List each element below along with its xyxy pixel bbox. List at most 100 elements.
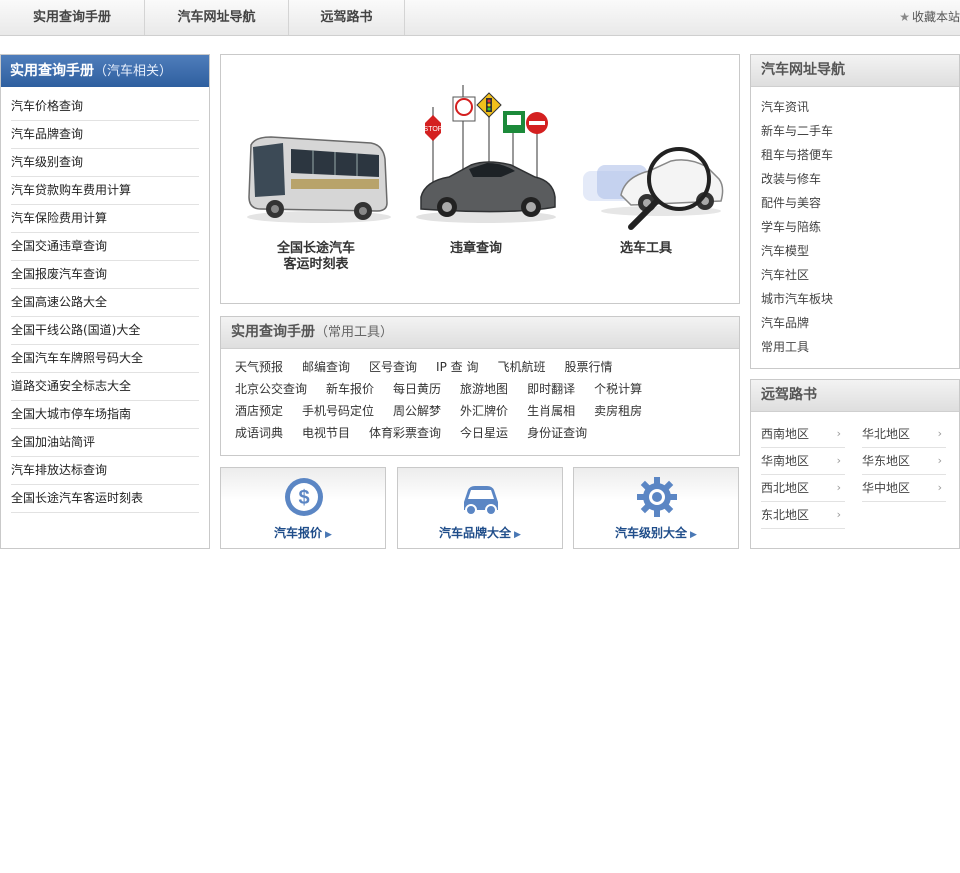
car-url-nav-panel: 汽车网址导航 汽车资讯 新车与二手车 租车与搭便车 改装与修车 配件与美容 学车… xyxy=(750,54,960,369)
star-icon: ★ xyxy=(899,10,910,24)
left-link-item[interactable]: 全国大城市停车场指南 xyxy=(11,401,199,429)
tool-link[interactable]: 个税计算 xyxy=(594,378,642,400)
card-car-price-label: 汽车报价 ▶ xyxy=(221,524,385,541)
tools-panel: 实用查询手册（常用工具） 天气预报 邮编查询 区号查询 IP 查 询飞机航班 股票行情 … xyxy=(220,316,740,456)
left-link-item[interactable]: 汽车排放达标查询 xyxy=(11,457,199,485)
nav-link-item[interactable]: 汽车品牌 xyxy=(761,311,959,335)
svg-text:$: $ xyxy=(298,487,309,509)
region-label: 东北地区 xyxy=(761,508,810,522)
chevron-right-icon: › xyxy=(836,481,841,494)
card-car-classes[interactable]: 汽车级别大全 ▶ xyxy=(573,467,739,549)
tool-link[interactable]: 身份证查询 xyxy=(527,422,587,444)
left-link-item[interactable]: 全国汽车车牌照号码大全 xyxy=(11,345,199,373)
tool-link[interactable]: 生肖属相 xyxy=(527,400,575,422)
tool-link[interactable]: 即时翻译 xyxy=(527,378,575,400)
nav-link-item[interactable]: 常用工具 xyxy=(761,335,959,359)
left-link-item[interactable]: 全国交通违章查询 xyxy=(11,233,199,261)
card-car-classes-label: 汽车级别大全 ▶ xyxy=(574,524,738,541)
tool-link[interactable]: 区号查询 xyxy=(369,356,417,378)
tool-link[interactable]: 新车报价 xyxy=(326,378,374,400)
tools-row: 天气预报 邮编查询 区号查询 IP 查 询飞机航班 股票行情 xyxy=(235,356,739,378)
region-link[interactable]: 西南地区 › xyxy=(761,422,845,448)
tools-row: 酒店预定 手机号码定位 周公解梦 外汇牌价 生肖属相 卖房租房 xyxy=(235,400,739,422)
feature-bus-caption-line2: 客运时刻表 xyxy=(283,257,349,272)
left-link-item[interactable]: 汽车品牌查询 xyxy=(11,121,199,149)
card-car-brands-label: 汽车品牌大全 ▶ xyxy=(398,524,562,541)
tool-link[interactable]: 外汇牌价 xyxy=(460,400,508,422)
tool-link[interactable]: 酒店预定 xyxy=(235,400,283,422)
tab-car-url-nav[interactable]: 汽车网址导航 xyxy=(145,0,289,35)
triangle-right-icon: ▶ xyxy=(514,530,521,540)
nav-link-item[interactable]: 城市汽车板块 xyxy=(761,287,959,311)
region-link[interactable]: 西北地区 › xyxy=(761,476,845,502)
chevron-right-icon: › xyxy=(937,454,942,467)
feature-violation-query[interactable]: STOP 违章查询 xyxy=(391,55,561,303)
tools-link-rows: 天气预报 邮编查询 区号查询 IP 查 询飞机航班 股票行情 北京公交查询 新车报价 每日黄… xyxy=(221,349,739,444)
left-link-item[interactable]: 全国干线公路(国道)大全 xyxy=(11,317,199,345)
tool-link[interactable]: 成语词典 xyxy=(235,422,283,444)
region-label: 华东地区 xyxy=(862,454,911,468)
tool-link[interactable]: 邮编查询 xyxy=(302,356,350,378)
tool-link[interactable]: 电视节目 xyxy=(302,422,350,444)
left-link-item[interactable]: 全国长途汽车客运时刻表 xyxy=(11,485,199,513)
tab-road-book[interactable]: 远驾路书 xyxy=(289,0,405,35)
tool-link[interactable]: 卖房租房 xyxy=(594,400,642,422)
feature-car-selector-caption-line1: 选车工具 xyxy=(619,241,672,256)
top-nav-bar: 实用查询手册 汽车网址导航 远驾路书 ★ 收藏本站 xyxy=(0,0,960,36)
nav-link-item[interactable]: 改装与修车 xyxy=(761,167,959,191)
nav-link-item[interactable]: 汽车资讯 xyxy=(761,95,959,119)
tool-link[interactable]: IP 查 询 xyxy=(436,356,478,378)
left-panel-subtitle: （汽车相关） xyxy=(94,64,173,79)
nav-link-item[interactable]: 配件与美容 xyxy=(761,191,959,215)
chevron-right-icon: › xyxy=(836,427,841,440)
left-link-item[interactable]: 汽车保险费用计算 xyxy=(11,205,199,233)
nav-link-item[interactable]: 汽车模型 xyxy=(761,239,959,263)
tool-link[interactable]: 飞机航班 xyxy=(497,356,545,378)
tool-link[interactable]: 旅游地图 xyxy=(460,378,508,400)
car-url-nav-header: 汽车网址导航 xyxy=(751,55,959,87)
nav-link-item[interactable]: 新车与二手车 xyxy=(761,119,959,143)
chevron-right-icon: › xyxy=(836,454,841,467)
tool-link[interactable]: 北京公交查询 xyxy=(235,378,307,400)
tab-query-manual[interactable]: 实用查询手册 xyxy=(0,0,145,35)
region-label: 华南地区 xyxy=(761,454,810,468)
feature-bus-caption-line1: 全国长途汽车 xyxy=(276,241,355,256)
tool-link[interactable]: 天气预报 xyxy=(235,356,283,378)
region-link[interactable]: 华南地区 › xyxy=(761,449,845,475)
tool-link[interactable]: 每日黄历 xyxy=(393,378,441,400)
feature-car-selector[interactable]: 选车工具 xyxy=(561,55,731,303)
nav-link-item[interactable]: 学车与陪练 xyxy=(761,215,959,239)
tools-panel-title: 实用查询手册 xyxy=(231,324,315,340)
region-link[interactable]: 华中地区 › xyxy=(862,476,946,502)
svg-text:STOP: STOP xyxy=(424,126,443,133)
region-link[interactable]: 东北地区 › xyxy=(761,503,845,529)
feature-violation-caption: 违章查询 xyxy=(391,241,561,257)
region-link[interactable]: 华北地区 › xyxy=(862,422,946,448)
tool-link[interactable]: 今日星运 xyxy=(460,422,508,444)
left-link-item[interactable]: 汽车价格查询 xyxy=(11,93,199,121)
feature-bus-schedule[interactable]: 全国长途汽车 客运时刻表 xyxy=(231,55,401,303)
tool-link[interactable]: 周公解梦 xyxy=(393,400,441,422)
favorite-link[interactable]: ★ 收藏本站 xyxy=(899,0,960,35)
tool-link[interactable]: 手机号码定位 xyxy=(302,400,374,422)
card-car-brands[interactable]: 汽车品牌大全 ▶ xyxy=(397,467,563,549)
feature-bus-caption: 全国长途汽车 客运时刻表 xyxy=(231,241,401,273)
tool-link[interactable]: 股票行情 xyxy=(564,356,612,378)
tool-link[interactable]: 体育彩票查询 xyxy=(369,422,441,444)
nav-link-item[interactable]: 汽车社区 xyxy=(761,263,959,287)
left-link-item[interactable]: 全国加油站简评 xyxy=(11,429,199,457)
region-link[interactable]: 华东地区 › xyxy=(862,449,946,475)
left-link-item[interactable]: 全国高速公路大全 xyxy=(11,289,199,317)
magnifier-car-icon xyxy=(583,147,724,230)
left-link-item[interactable]: 道路交通安全标志大全 xyxy=(11,373,199,401)
left-link-item[interactable]: 汽车贷款购车费用计算 xyxy=(11,177,199,205)
chevron-right-icon: › xyxy=(937,427,942,440)
region-label: 西北地区 xyxy=(761,481,810,495)
left-panel-title: 实用查询手册 xyxy=(10,63,94,79)
card-car-price-text: 汽车报价 xyxy=(274,526,323,540)
card-car-price[interactable]: $ 汽车报价 ▶ xyxy=(220,467,386,549)
left-link-item[interactable]: 全国报废汽车查询 xyxy=(11,261,199,289)
favorite-label: 收藏本站 xyxy=(911,10,960,24)
left-link-item[interactable]: 汽车级别查询 xyxy=(11,149,199,177)
nav-link-item[interactable]: 租车与搭便车 xyxy=(761,143,959,167)
